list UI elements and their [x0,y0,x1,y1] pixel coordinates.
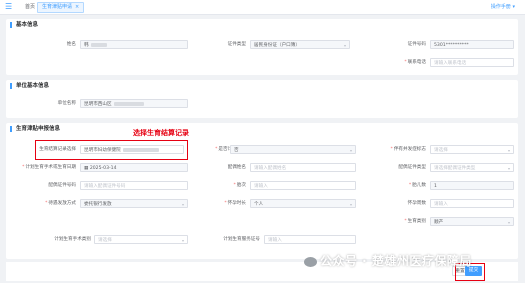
parity-label-text: 胎次 [236,183,246,188]
id-type-select: 居民身份证（户口簿） ▾ [250,40,350,49]
section-title: 单位基本信息 [10,83,49,89]
tab-maternity-apply[interactable]: 生育津贴申请 × [37,2,85,13]
weeks-select[interactable]: 个人 ▾ [250,199,356,208]
wechat-icon [304,256,317,267]
hamburger-icon[interactable]: ☰ [5,3,13,11]
pregnancy-weeks-label: 怀孕周数 [407,201,426,206]
phone-input[interactable]: 请输入联系电话 [430,58,514,67]
unit-name-value: 昆明市西山区 [84,102,112,107]
surgery-date-label: *计划生育手术或生育日期 [22,165,76,170]
name-label: 姓名 [66,42,76,47]
spouse-id-type-label: 配偶证件类型 [398,165,426,170]
complication-label: *伴有并发症标志 [390,147,426,152]
id-number-label: 证件号码 [407,42,426,47]
weeks-value: 个人 [254,202,264,207]
fetus-count-label: *胎儿数 [408,183,426,188]
service-no-input[interactable]: 请输入 [264,235,356,244]
parity-label: *胎次 [233,183,247,188]
weeks-label-text: 怀孕时长 [227,201,246,206]
chevron-down-icon: ▾ [507,220,510,225]
phone-label-text: 联系电话 [407,60,426,65]
service-no-label: 计划生育服务证号 [223,237,260,242]
birth-category-select[interactable]: 顺产 ▾ [430,217,514,226]
watermark-text: 公众号 · 楚雄州医疗保障局 [320,254,472,268]
id-type-value: 居民身份证（户口簿） [254,43,300,48]
complication-placeholder: 请选择 [434,148,448,153]
chevron-down-icon: ▾ [181,202,184,207]
chevron-down-icon: ▾ [181,238,184,243]
chevron-down-icon: ▾ [349,148,352,153]
name-field: 韩 [80,40,188,49]
name-value: 韩 [84,43,89,48]
spouse-id-type-select[interactable]: 请选择配偶证件类型 ▾ [430,163,514,172]
chevron-down-icon: ▾ [349,202,352,207]
chevron-down-icon: ▾ [507,166,510,171]
fetus-count-label-text: 胎儿数 [412,183,426,188]
birth-category-value: 顺产 [434,220,444,225]
payment-method-label-text: 待遇发放方式 [48,201,76,206]
maternity-apply-section: 生育津贴申报信息 选择生育结算记录 生育结算记录选择 昆明市妇幼保健院 *是否计… [6,123,518,259]
fetus-count-field[interactable]: 1 [430,181,514,190]
op-type-placeholder: 请选择 [98,238,112,243]
masked-text [113,101,144,106]
pregnancy-weeks-input[interactable]: 请输入 [430,199,514,208]
unit-info-section: 单位基本信息 单位名称 昆明市西山区 [6,80,518,118]
unit-name-label: 单位名称 [57,101,76,106]
spouse-id-no-input[interactable]: 请输入配偶证件号码 [80,181,188,190]
annotation-box [35,140,188,160]
section-title: 生育津贴申报信息 [10,126,60,132]
plan-birth-select[interactable]: 否 ▾ [230,145,356,154]
phone-label: *联系电话 [404,60,426,65]
spouse-name-input[interactable]: 请输入配偶姓名 [250,163,356,172]
spouse-id-type-placeholder: 请选择配偶证件类型 [434,166,476,171]
chevron-down-icon: ▾ [507,148,510,153]
spouse-id-no-label: 配偶证件号码 [48,183,76,188]
payment-method-select[interactable]: 委托银行发放 ▾ [80,199,188,208]
chevron-down-icon: ▾ [343,43,346,48]
op-type-select[interactable]: 请选择 ▾ [94,235,188,244]
masked-text [90,42,107,47]
surgery-date-value: 2025-03-14 [89,166,117,171]
parity-input[interactable]: 请输入 [250,181,356,190]
manual-link[interactable]: 操作手册 ▾ [491,3,515,10]
birth-category-label: *生育类别 [404,219,426,224]
tab-label: 生育津贴申请 [42,4,73,10]
close-icon[interactable]: × [75,4,79,10]
top-bar: ☰ 首页 生育津贴申请 × 操作手册 ▾ [0,0,525,15]
payment-method-value: 委托银行发放 [84,202,112,207]
op-type-label: 计划生育手术类别 [54,237,91,242]
basic-info-section: 基本信息 姓名 韩 证件类型 居民身份证（户口簿） ▾ 证件号码 5301****… [6,19,518,75]
spouse-name-label: 配偶姓名 [227,165,246,170]
complication-select[interactable]: 请选择 ▾ [430,145,514,154]
surgery-date-label-text: 计划生育手术或生育日期 [25,165,76,170]
annotation-text: 选择生育结算记录 [133,129,189,137]
weeks-label: *怀孕时长 [224,201,246,206]
plan-birth-value: 否 [234,148,239,153]
id-number-field: 5301********** [430,40,514,49]
section-title: 基本信息 [10,22,38,28]
birth-category-label-text: 生育类别 [407,219,426,224]
id-type-label: 证件类型 [227,42,246,47]
unit-name-field: 昆明市西山区 [80,99,188,108]
surgery-date-picker[interactable]: ▦ 2025-03-14 [80,163,188,172]
watermark: 公众号 · 楚雄州医疗保障局 [304,252,472,269]
payment-method-label: *待遇发放方式 [45,201,76,206]
complication-label-text: 伴有并发症标志 [393,147,426,152]
